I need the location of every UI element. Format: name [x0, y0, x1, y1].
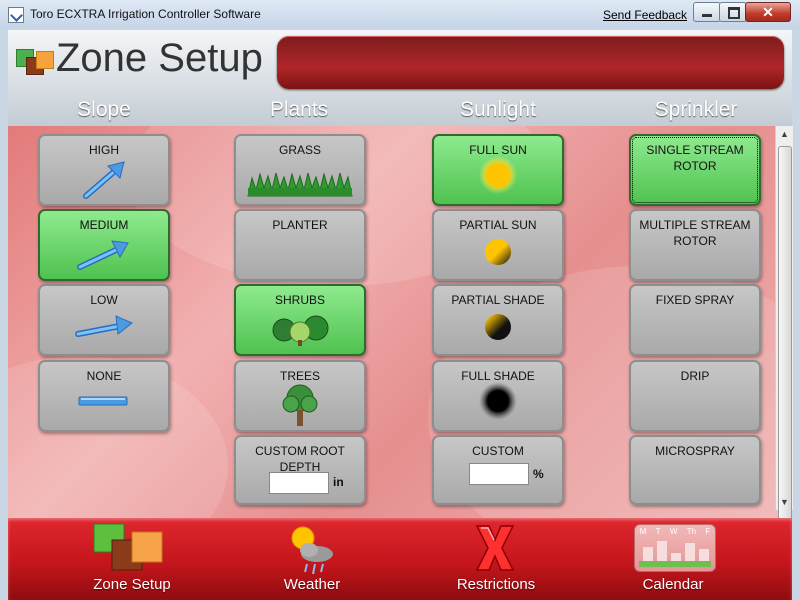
scroll-down-arrow-icon[interactable]: ▼ [776, 494, 793, 510]
nav-zone-setup[interactable]: Zone Setup [57, 518, 207, 600]
slope-option-none[interactable]: NONE [38, 360, 170, 432]
zone-options-panel: HIGH MEDIUM LOW NONE GRASS PLANTER SHRUB… [8, 126, 792, 518]
page-title: Zone Setup [56, 36, 263, 80]
slope-option-label: LOW [90, 293, 118, 307]
full-shade-icon [479, 382, 517, 420]
column-heading-plants: Plants [269, 98, 329, 121]
close-icon: ✕ [762, 4, 774, 20]
slope-option-low[interactable]: LOW [38, 284, 170, 356]
window-title: Toro ECXTRA Irrigation Controller Softwa… [30, 7, 261, 21]
sprinkler-option-fixed-spray[interactable]: FIXED SPRAY [629, 284, 761, 356]
plants-option-shrubs[interactable]: SHRUBS [234, 284, 366, 356]
restrictions-icon [475, 525, 515, 571]
sprinkler-option-single-stream-rotor[interactable]: SINGLE STREAM ROTOR [629, 134, 761, 206]
calendar-icon: M T W Th F [634, 524, 716, 572]
slope-option-medium[interactable]: MEDIUM [38, 209, 170, 281]
nav-label: Calendar [642, 576, 704, 593]
zone-setup-icon [93, 523, 163, 571]
sunlight-option-partial-shade[interactable]: PARTIAL SHADE [432, 284, 564, 356]
sprinkler-option-label: MULTIPLE STREAM ROTOR [639, 218, 751, 248]
partial-sun-icon [485, 239, 511, 265]
column-heading-sprinkler: Sprinkler [654, 98, 738, 121]
zone-setup-logo-icon [16, 47, 54, 77]
plants-option-label: SHRUBS [274, 293, 325, 307]
maximize-button[interactable] [719, 2, 747, 22]
minimize-icon [702, 14, 712, 17]
nav-weather[interactable]: Weather [237, 518, 387, 600]
header-banner [277, 36, 784, 89]
weather-icon [291, 526, 333, 575]
slope-option-label: HIGH [89, 143, 119, 157]
calendar-day: T [655, 527, 661, 536]
sunlight-option-full-sun[interactable]: FULL SUN [432, 134, 564, 206]
nav-restrictions[interactable]: Restrictions [421, 518, 571, 600]
app-window: Toro ECXTRA Irrigation Controller Softwa… [0, 0, 800, 600]
plants-option-label: GRASS [278, 143, 321, 157]
plants-option-planter[interactable]: PLANTER [234, 209, 366, 281]
shrubs-icon [272, 315, 329, 346]
nav-calendar[interactable]: M T W Th F Calendar [598, 518, 748, 600]
arrow-high-icon [83, 161, 125, 199]
arrow-medium-icon [77, 240, 129, 270]
column-heading-sunlight: Sunlight [460, 98, 536, 121]
sunlight-percent-input[interactable] [469, 463, 529, 485]
maximize-icon [728, 7, 740, 19]
calendar-day-letters: M T W Th F [635, 527, 715, 536]
tree-icon [282, 384, 318, 426]
nav-label: Zone Setup [93, 576, 171, 593]
sprinkler-option-microspray[interactable]: MICROSPRAY [629, 435, 761, 505]
plants-option-trees[interactable]: TREES [234, 360, 366, 432]
plants-option-custom-root-depth[interactable]: CUSTOM ROOT DEPTH in [234, 435, 366, 505]
calendar-day: F [705, 527, 711, 536]
nav-label: Restrictions [456, 576, 536, 593]
minimize-button[interactable] [693, 2, 721, 22]
calendar-day: M [639, 527, 647, 536]
sunlight-option-label: PARTIAL SUN [459, 218, 537, 232]
root-depth-input[interactable] [269, 472, 329, 494]
sunlight-option-partial-sun[interactable]: PARTIAL SUN [432, 209, 564, 281]
title-bar: Toro ECXTRA Irrigation Controller Softwa… [0, 0, 800, 28]
sunlight-option-label: CUSTOM [472, 444, 524, 458]
plants-option-label: PLANTER [272, 218, 328, 232]
bottom-navigation-bar: Zone Setup Weather Restrictions M T W Th… [8, 518, 792, 600]
full-sun-icon [479, 156, 517, 194]
page-header: Zone Setup Slope Plants Sunlight Sprinkl… [8, 30, 792, 126]
plants-option-grass[interactable]: GRASS [234, 134, 366, 206]
sprinkler-option-multiple-stream-rotor[interactable]: MULTIPLE STREAM ROTOR [629, 209, 761, 281]
slope-option-label: MEDIUM [79, 218, 129, 232]
plants-option-label: CUSTOM ROOT DEPTH [255, 444, 345, 474]
sprinkler-option-label: MICROSPRAY [655, 444, 735, 458]
scroll-thumb[interactable] [778, 146, 792, 520]
arrow-low-icon [75, 315, 133, 337]
scroll-up-arrow-icon[interactable]: ▲ [776, 126, 793, 142]
slope-option-label: NONE [86, 369, 122, 383]
sprinkler-option-drip[interactable]: DRIP [629, 360, 761, 432]
sunlight-option-label: PARTIAL SHADE [451, 293, 545, 307]
sunlight-percent-unit: % [533, 467, 544, 481]
sunlight-option-full-shade[interactable]: FULL SHADE [432, 360, 564, 432]
grass-icon [247, 172, 353, 197]
nav-label: Weather [283, 576, 341, 593]
sunlight-option-custom[interactable]: CUSTOM % [432, 435, 564, 505]
close-button[interactable]: ✕ [745, 2, 791, 22]
app-icon [8, 7, 24, 23]
root-depth-unit: in [333, 475, 344, 489]
calendar-day: W [669, 527, 678, 536]
sprinkler-option-label: DRIP [680, 369, 710, 383]
sprinkler-option-label: SINGLE STREAM ROTOR [646, 143, 744, 173]
calendar-day: Th [686, 527, 697, 536]
vertical-scrollbar[interactable]: ▲ ▼ [775, 126, 793, 520]
partial-shade-icon [485, 314, 511, 340]
sprinkler-option-label: FIXED SPRAY [655, 293, 735, 307]
column-heading-slope: Slope [77, 98, 131, 121]
slope-option-high[interactable]: HIGH [38, 134, 170, 206]
send-feedback-link[interactable]: Send Feedback [603, 8, 687, 22]
flat-bar-icon [78, 396, 128, 406]
